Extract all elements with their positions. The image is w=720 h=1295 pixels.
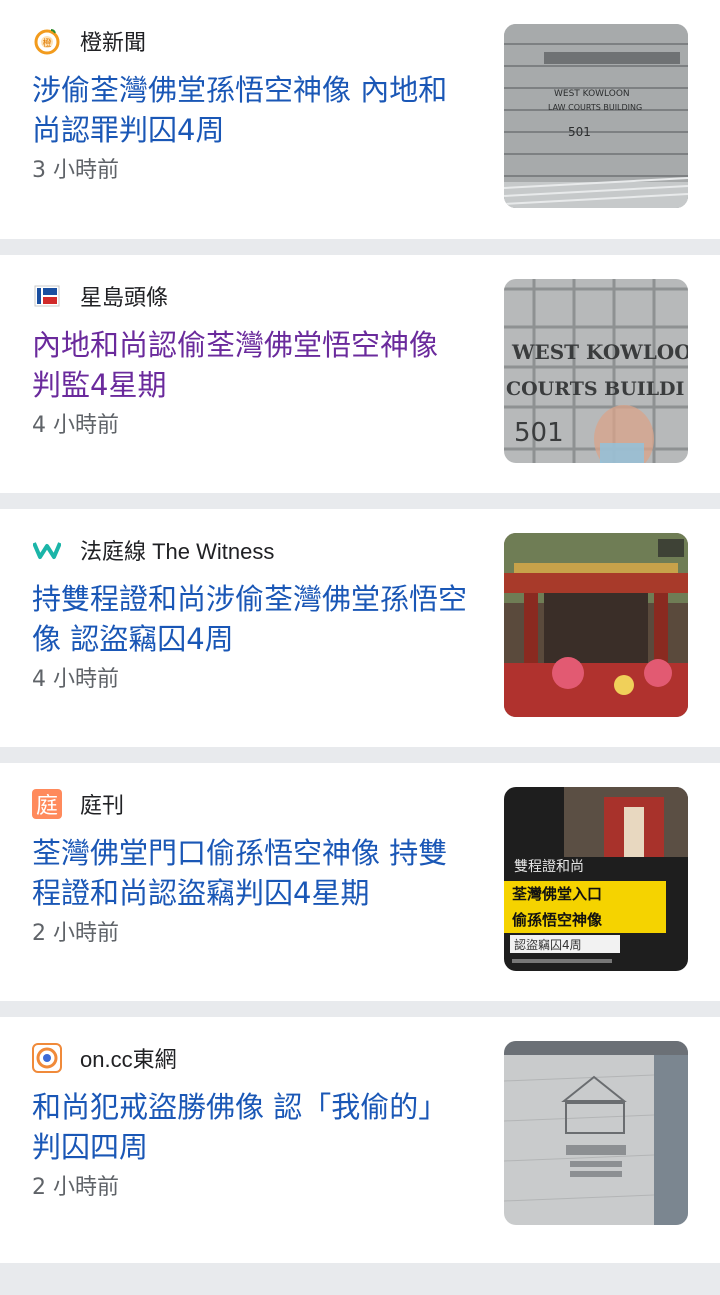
card-separator bbox=[0, 747, 720, 763]
card-separator bbox=[0, 1001, 720, 1017]
article-headline[interactable]: 持雙程證和尚涉偷荃灣佛堂孫悟空像 認盜竊囚4周 bbox=[32, 579, 472, 659]
on-cc-logo-icon bbox=[32, 1043, 62, 1073]
article-timestamp: 4 小時前 bbox=[32, 413, 119, 438]
thumbnail-text: 501 bbox=[568, 125, 591, 139]
news-card[interactable]: 庭 庭刊 荃灣佛堂門口偷孫悟空神像 持雙程證和尚認盜竊判囚4星期 2 小時前 雙… bbox=[0, 763, 720, 1001]
news-source: 庭 庭刊 bbox=[32, 789, 124, 819]
news-feed: 橙 橙新聞 涉偷荃灣佛堂孫悟空神像 內地和尚認罪判囚4周 3 小時前 WEST … bbox=[0, 0, 720, 1263]
source-name: 星島頭條 bbox=[80, 285, 169, 310]
thumbnail-text: 偷孫悟空神像 bbox=[512, 911, 603, 929]
news-source: 星島頭條 bbox=[32, 281, 168, 311]
news-card[interactable]: 橙 橙新聞 涉偷荃灣佛堂孫悟空神像 內地和尚認罪判囚4周 3 小時前 WEST … bbox=[0, 0, 720, 239]
judiciary-building-thumbnail[interactable] bbox=[504, 1041, 688, 1225]
thumbnail-text: WEST KOWLOON bbox=[511, 340, 688, 364]
source-name: 法庭線 The Witness bbox=[80, 539, 275, 564]
news-source: 法庭線 The Witness bbox=[32, 535, 274, 565]
svg-text:橙: 橙 bbox=[42, 37, 51, 49]
sing-tao-logo-icon bbox=[32, 281, 62, 311]
article-headline[interactable]: 荃灣佛堂門口偷孫悟空神像 持雙程證和尚認盜竊判囚4星期 bbox=[32, 833, 472, 913]
article-headline[interactable]: 內地和尚認偷荃灣佛堂悟空神像 判監4星期 bbox=[32, 325, 472, 405]
article-timestamp: 3 小時前 bbox=[32, 158, 119, 183]
the-witness-logo-icon bbox=[32, 535, 62, 565]
news-card[interactable]: 法庭線 The Witness 持雙程證和尚涉偷荃灣佛堂孫悟空像 認盜竊囚4周 … bbox=[0, 509, 720, 747]
orange-news-logo-icon: 橙 bbox=[32, 26, 62, 56]
article-headline[interactable]: 和尚犯戒盜勝佛像 認「我偷的」判囚四周 bbox=[32, 1087, 472, 1167]
source-name: 庭刊 bbox=[80, 793, 125, 818]
article-timestamp: 4 小時前 bbox=[32, 667, 119, 692]
news-card[interactable]: on.cc東網 和尚犯戒盜勝佛像 認「我偷的」判囚四周 2 小時前 bbox=[0, 1017, 720, 1263]
thumbnail-text: 雙程證和尚 bbox=[514, 858, 584, 875]
card-separator bbox=[0, 493, 720, 509]
news-source: on.cc東網 bbox=[32, 1043, 177, 1073]
thumbnail-text: 認盜竊囚4周 bbox=[514, 937, 582, 952]
court-news-logo-icon: 庭 bbox=[32, 789, 62, 819]
thumbnail-text: WEST KOWLOON bbox=[554, 89, 630, 99]
temple-gate-thumbnail[interactable] bbox=[504, 533, 688, 717]
court-sign-thumbnail[interactable]: WEST KOWLOON COURTS BUILDI 501 bbox=[504, 279, 688, 463]
article-timestamp: 2 小時前 bbox=[32, 1175, 119, 1200]
thumbnail-text: COURTS BUILDI bbox=[506, 378, 685, 400]
thumbnail-text: 501 bbox=[514, 418, 564, 448]
court-building-thumbnail[interactable]: WEST KOWLOON LAW COURTS BUILDING 501 bbox=[504, 24, 688, 208]
news-source: 橙 橙新聞 bbox=[32, 26, 146, 56]
card-separator bbox=[0, 239, 720, 255]
article-headline[interactable]: 涉偷荃灣佛堂孫悟空神像 內地和尚認罪判囚4周 bbox=[32, 70, 472, 150]
thumbnail-text: LAW COURTS BUILDING bbox=[548, 103, 642, 112]
source-name: on.cc東網 bbox=[80, 1047, 177, 1072]
temple-caption-thumbnail[interactable]: 雙程證和尚 荃灣佛堂入口 偷孫悟空神像 認盜竊囚4周 bbox=[504, 787, 688, 971]
thumbnail-text: 荃灣佛堂入口 bbox=[512, 885, 602, 903]
svg-text:庭: 庭 bbox=[36, 794, 58, 819]
news-card[interactable]: 星島頭條 內地和尚認偷荃灣佛堂悟空神像 判監4星期 4 小時前 WEST KOW… bbox=[0, 255, 720, 493]
source-name: 橙新聞 bbox=[80, 30, 147, 55]
article-timestamp: 2 小時前 bbox=[32, 921, 119, 946]
